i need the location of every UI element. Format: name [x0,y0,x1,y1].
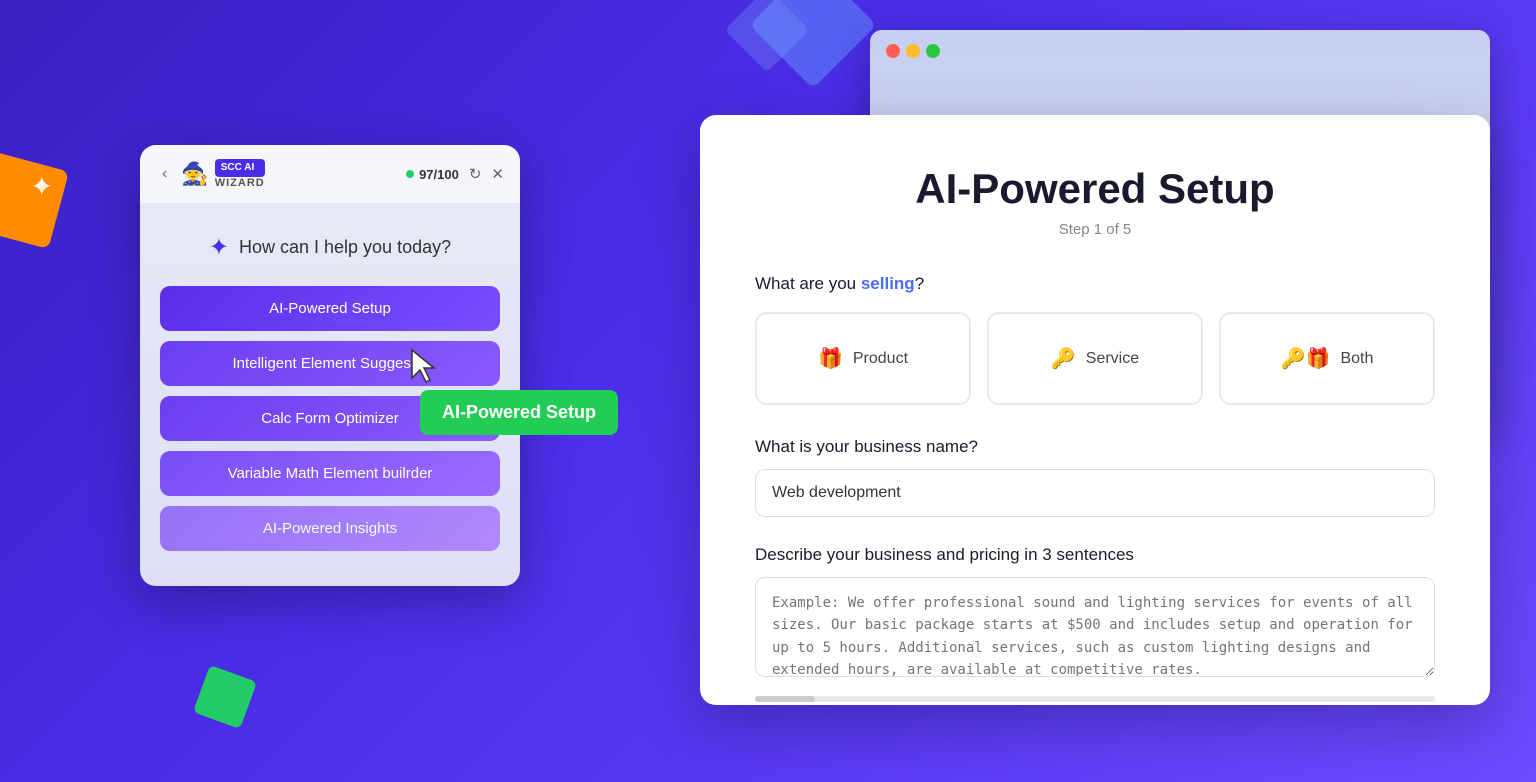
score-badge: 97/100 [406,167,459,182]
help-text: How can I help you today? [239,237,451,258]
wizard-hat-icon: 🧙 [181,161,208,187]
dot-red [886,44,900,58]
business-name-input[interactable] [755,469,1435,517]
widget-header: ‹ 🧙 SCC AI WIZARD 97/100 ↻ ✕ [140,145,520,203]
selling-highlight: selling [861,274,915,293]
sparkle-icon: ✦ [209,233,229,262]
option-both-label: Both [1340,350,1373,368]
menu-btn-variable-math[interactable]: Variable Math Element builrder [160,451,500,496]
widget-panel: ‹ 🧙 SCC AI WIZARD 97/100 ↻ ✕ ✦ How can I… [140,145,520,586]
description-textarea[interactable] [755,577,1435,677]
both-icon: 🔑🎁 [1281,346,1331,371]
description-label: Describe your business and pricing in 3 … [755,545,1435,565]
wizard-label: WIZARD [215,177,265,189]
selling-options-group: 🎁 Product 🔑 Service 🔑🎁 Both [755,312,1435,405]
selling-question-text: What are you [755,274,856,293]
scc-badge: SCC AI [215,159,265,177]
selling-question: What are you selling? [755,274,1435,294]
tooltip-container: AI-Powered Setup [420,390,618,435]
logo-text-group: SCC AI WIZARD [215,159,265,189]
page-title: AI-Powered Setup [755,165,1435,213]
dot-green [926,44,940,58]
bg-star-decoration: ✦ [30,170,53,203]
selling-question-mark: ? [915,274,924,293]
dot-yellow [906,44,920,58]
option-both[interactable]: 🔑🎁 Both [1219,312,1435,405]
scrollbar-thumb[interactable] [755,696,815,702]
main-setup-card: AI-Powered Setup Step 1 of 5 What are yo… [700,115,1490,705]
option-product[interactable]: 🎁 Product [755,312,971,405]
bg-green-shape [193,665,257,729]
tooltip-bubble: AI-Powered Setup [420,390,618,435]
option-service-label: Service [1086,350,1139,368]
menu-btn-ai-setup[interactable]: AI-Powered Setup [160,286,500,331]
score-dot-icon [406,170,414,178]
widget-header-right: 97/100 ↻ ✕ [406,165,504,183]
refresh-button[interactable]: ↻ [469,165,482,183]
service-icon: 🔑 [1051,346,1076,371]
product-icon: 🎁 [818,346,843,371]
widget-header-left: ‹ 🧙 SCC AI WIZARD [156,159,265,189]
menu-btn-intelligent[interactable]: Intelligent Element Suggest... [160,341,500,386]
back-button[interactable]: ‹ [156,163,173,185]
scrollbar-track [755,696,1435,702]
tooltip-text: AI-Powered Setup [442,402,596,422]
help-question: ✦ How can I help you today? [160,233,500,262]
score-value: 97/100 [419,167,459,182]
option-product-label: Product [853,350,908,368]
browser-dots [870,30,1490,72]
close-button[interactable]: ✕ [491,165,504,183]
option-service[interactable]: 🔑 Service [987,312,1203,405]
business-name-label: What is your business name? [755,437,1435,457]
step-indicator: Step 1 of 5 [755,221,1435,238]
wizard-logo: 🧙 SCC AI WIZARD [181,159,264,189]
menu-btn-ai-insights[interactable]: AI-Powered Insights [160,506,500,551]
